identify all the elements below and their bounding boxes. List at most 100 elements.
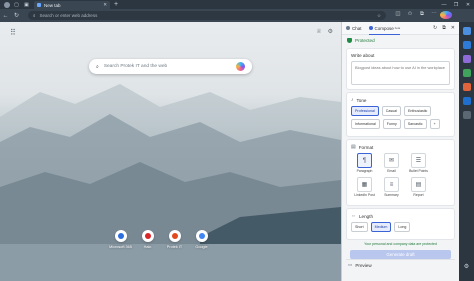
format-bullet-points[interactable]: ☰ Bullet Points — [405, 153, 432, 173]
tab-title: New tab — [44, 2, 61, 8]
write-about-textarea[interactable]: Blogpost ideas about how to use AI in th… — [351, 61, 450, 85]
tab-chat-label: Chat — [352, 25, 362, 31]
halo-icon — [141, 230, 154, 242]
format-title: Format — [358, 144, 374, 150]
minimize-button[interactable]: — — [438, 2, 450, 8]
web-search-box[interactable]: ⌕ Search Protek IT and the web — [89, 59, 252, 74]
favorites-icon[interactable]: ✩ — [404, 11, 416, 21]
search-sidebar-icon[interactable] — [462, 27, 471, 35]
refresh-icon[interactable]: ↻ — [11, 12, 22, 19]
format-paragraph[interactable]: ¶ Paragraph — [351, 153, 378, 173]
tools-icon[interactable] — [462, 55, 471, 63]
profile-avatar[interactable] — [4, 1, 10, 8]
tone-options: Professional Casual Enthusiastic Informa… — [351, 106, 450, 132]
rewards-icon[interactable]: ♕ — [316, 28, 321, 35]
format-linkedin-post[interactable]: ▦ LinkedIn Post — [351, 177, 378, 197]
tab-actions-icon[interactable]: ▣ — [23, 2, 30, 8]
new-tab-button[interactable]: + — [114, 1, 118, 8]
tone-funny[interactable]: Funny — [382, 119, 401, 129]
outlook-icon[interactable] — [462, 97, 471, 105]
shortcut-label: Google — [195, 245, 208, 249]
format-header: ▤ Format — [351, 144, 450, 150]
format-icon: ▤ — [351, 144, 356, 150]
format-label: LinkedIn Post — [354, 193, 375, 197]
tone-informational[interactable]: Informational — [351, 119, 380, 129]
split-screen-icon[interactable]: ◫ — [392, 11, 404, 21]
tone-professional[interactable]: Professional — [351, 106, 379, 116]
workspaces-icon[interactable]: ▢ — [13, 2, 20, 8]
office-icon[interactable] — [462, 83, 471, 91]
shortcut-microsoft-365[interactable]: Microsoft 365 — [107, 230, 134, 249]
generate-draft-button[interactable]: Generate draft — [350, 250, 451, 259]
open-new-icon[interactable]: ⧉ — [442, 25, 446, 31]
tone-enthusiastic[interactable]: Enthusiastic — [403, 106, 432, 116]
microsoft-365-icon — [114, 230, 127, 242]
length-short[interactable]: Short — [351, 222, 368, 232]
favorite-star-icon[interactable]: ☆ — [377, 13, 381, 19]
panel-header-actions: ↻ ⧉ ✕ — [428, 25, 455, 31]
shortcut-label: Microsoft 365 — [109, 245, 132, 249]
format-label: Email — [387, 169, 396, 173]
shortcut-protek-it[interactable]: Protek IT — [161, 230, 188, 249]
tone-section: ♪ Tone Professional Casual Enthusiastic … — [346, 92, 455, 137]
window-controls: — ❐ ✕ — [438, 2, 474, 8]
search-icon: ⌕ — [96, 63, 99, 70]
data-protection-note: Your personal and company data are prote… — [364, 242, 437, 246]
tone-icon: ♪ — [351, 97, 354, 103]
preview-title: Preview — [355, 262, 372, 268]
collections-icon[interactable]: ⧉ — [416, 11, 428, 21]
chat-icon — [346, 26, 350, 30]
tab-compose[interactable]: Compose beta — [368, 25, 401, 35]
refresh-panel-icon[interactable]: ↻ — [433, 25, 437, 31]
tone-sarcastic[interactable]: Sarcastic — [403, 119, 427, 129]
bullet-list-icon: ☰ — [411, 153, 426, 168]
close-panel-icon[interactable]: ✕ — [451, 25, 455, 31]
tone-title: Tone — [356, 97, 367, 103]
shortcuts-row: Microsoft 365 Halo Protek IT Google — [107, 230, 215, 249]
length-section: ⇔ Length Short Medium Long — [346, 208, 455, 240]
tab-compose-label: Compose — [374, 25, 394, 31]
tab-close-icon[interactable]: ✕ — [103, 2, 107, 8]
length-options: Short Medium Long — [351, 222, 450, 235]
copilot-panel: Chat Compose beta ↻ ⧉ ✕ Protected Write … — [341, 22, 459, 281]
format-section: ▤ Format ¶ Paragraph ✉ Email ☰ Bullet Po… — [346, 139, 455, 206]
games-icon[interactable] — [462, 69, 471, 77]
copilot-icon[interactable] — [440, 10, 452, 21]
close-window-button[interactable]: ✕ — [462, 2, 474, 8]
address-input[interactable]: Search or enter web address — [40, 13, 98, 18]
tone-casual[interactable]: Casual — [381, 106, 401, 116]
back-icon[interactable]: ← — [0, 13, 11, 19]
preview-section[interactable]: ▭ Preview — [346, 259, 455, 270]
length-medium[interactable]: Medium — [370, 222, 392, 232]
summary-icon: ≡ — [384, 177, 399, 192]
format-summary[interactable]: ≡ Summary — [378, 177, 405, 197]
address-bar[interactable]: ⌕ Search or enter web address ☆ — [28, 11, 386, 20]
length-long[interactable]: Long — [394, 222, 411, 232]
maximize-button[interactable]: ❐ — [450, 2, 462, 8]
format-report[interactable]: ▤ Report — [405, 177, 432, 197]
format-label: Summary — [384, 193, 399, 197]
preview-icon: ▭ — [348, 262, 353, 267]
tab-chat[interactable]: Chat — [346, 26, 362, 31]
paragraph-icon: ¶ — [357, 153, 372, 168]
tone-header: ♪ Tone — [351, 97, 450, 103]
page-settings-icon[interactable]: ⚙ — [328, 28, 333, 35]
shield-icon — [347, 38, 352, 43]
linkedin-post-icon: ▦ — [357, 177, 372, 192]
shopping-icon[interactable] — [462, 41, 471, 49]
format-email[interactable]: ✉ Email — [378, 153, 405, 173]
add-app-icon[interactable] — [462, 111, 471, 119]
google-icon — [195, 230, 208, 242]
menu-icon[interactable]: ⋯ — [428, 11, 440, 21]
tab-compose-badge: beta — [394, 26, 401, 30]
shortcut-label: Halo — [143, 245, 152, 249]
tone-add-button[interactable]: + — [429, 119, 440, 129]
apps-grid-icon[interactable]: ⠿ — [10, 28, 16, 37]
copilot-search-icon[interactable] — [236, 62, 245, 71]
shortcut-google[interactable]: Google — [188, 230, 215, 249]
new-tab-page: ⠿ ♕ ⚙ ⌕ Search Protek IT and the web Mic… — [0, 22, 341, 281]
shortcut-halo[interactable]: Halo — [134, 230, 161, 249]
web-search-input[interactable]: Search Protek IT and the web — [104, 64, 167, 69]
sidebar-settings-icon[interactable]: ⚙ — [464, 263, 469, 270]
tab-new-tab[interactable]: New tab ✕ — [34, 1, 110, 9]
